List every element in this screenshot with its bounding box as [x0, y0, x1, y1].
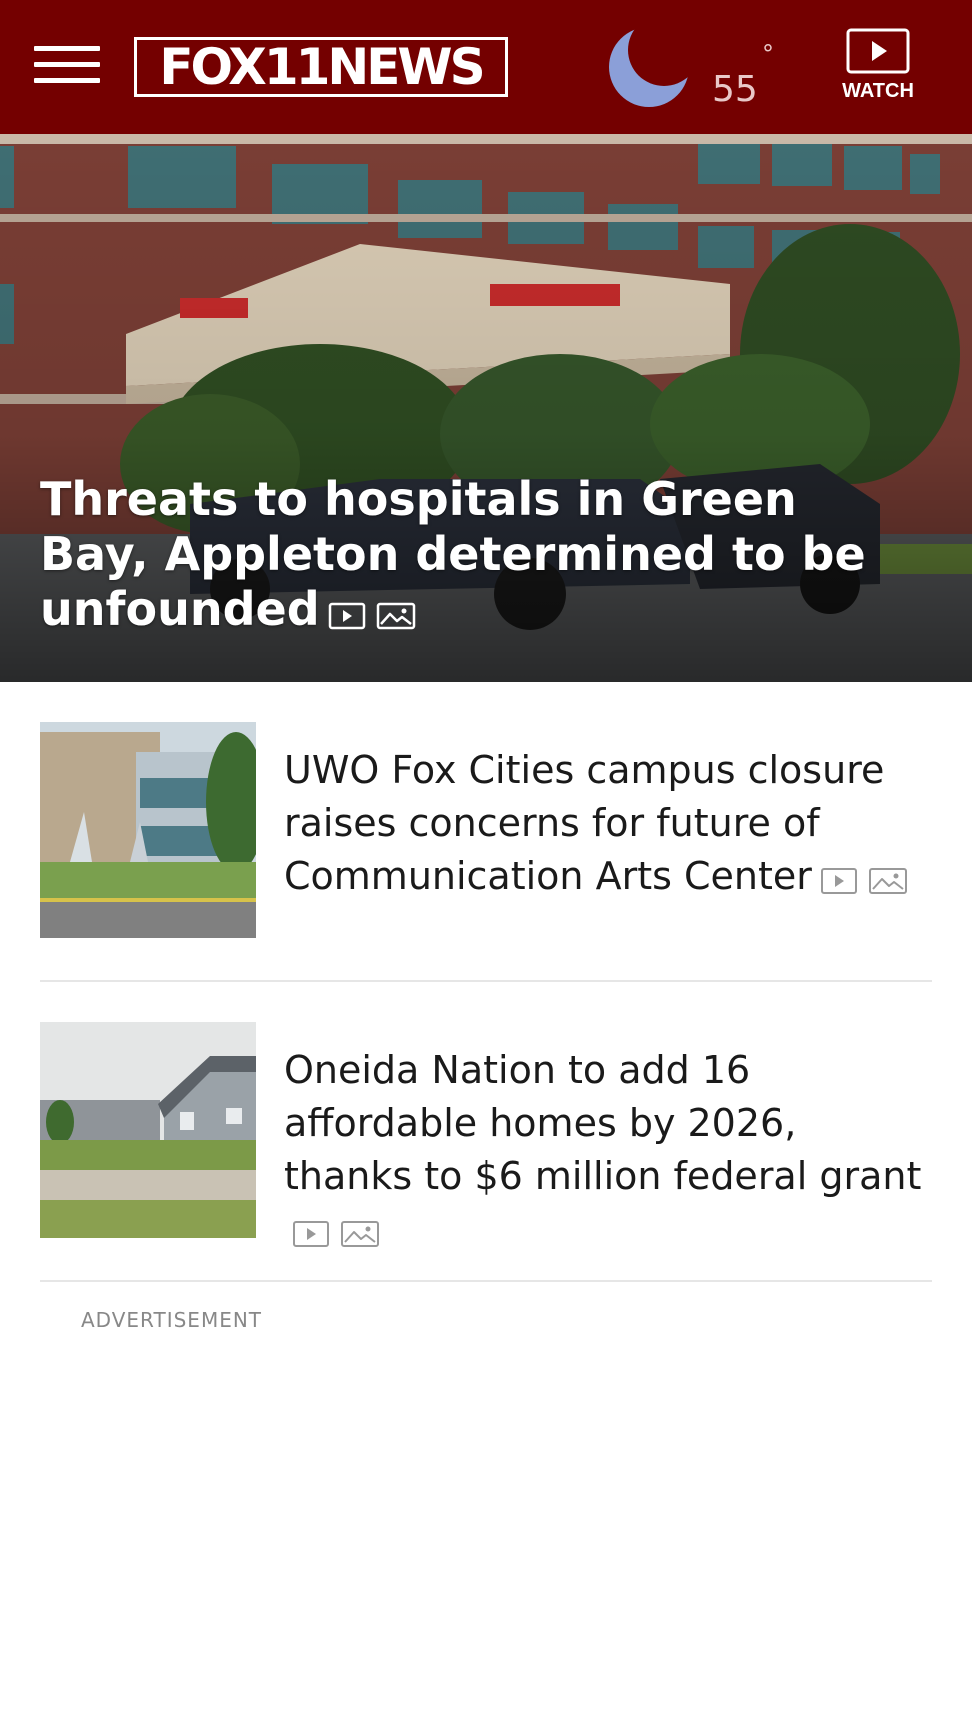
moon-icon	[609, 27, 689, 107]
menu-line	[34, 78, 100, 83]
hamburger-menu-icon[interactable]	[34, 44, 100, 86]
watch-label: WATCH	[842, 80, 914, 102]
hero-media-icons	[328, 585, 426, 640]
story-headline[interactable]: Oneida Nation to add 16 affordable homes…	[284, 1044, 934, 1258]
story-thumbnail[interactable]	[40, 1022, 256, 1238]
gallery-icon	[341, 1220, 379, 1247]
story-title-text: Oneida Nation to add 16 affordable homes…	[284, 1048, 922, 1198]
housing-image	[40, 1022, 256, 1238]
gallery-icon	[868, 867, 907, 894]
story-media-icons	[292, 1205, 390, 1258]
hero-title-text: Threats to hospitals in Green Bay, Apple…	[40, 472, 866, 636]
story-media-icons	[820, 852, 918, 905]
video-icon	[328, 602, 365, 629]
story-thumbnail[interactable]	[40, 722, 256, 938]
video-icon	[820, 867, 857, 894]
story-headline[interactable]: UWO Fox Cities campus closure raises con…	[284, 744, 934, 905]
menu-line	[34, 62, 100, 67]
watch-button[interactable]: WATCH	[836, 28, 920, 112]
story-item[interactable]: Oneida Nation to add 16 affordable homes…	[40, 1022, 932, 1247]
gallery-icon	[376, 602, 415, 629]
site-logo[interactable]: FOX11NEWS	[134, 37, 508, 97]
advertisement-label: ADVERTISEMENT	[81, 1308, 263, 1332]
weather-widget[interactable]: 55 °	[606, 24, 776, 110]
hero-story[interactable]: Threats to hospitals in Green Bay, Apple…	[0, 134, 972, 682]
menu-line	[34, 46, 100, 51]
campus-building-image	[40, 722, 256, 938]
degree-symbol: °	[762, 40, 774, 68]
story-title-text: UWO Fox Cities campus closure raises con…	[284, 748, 885, 898]
video-icon	[293, 1220, 329, 1247]
story-divider	[40, 980, 932, 982]
logo-text: FOX11NEWS	[137, 40, 505, 94]
story-item[interactable]: UWO Fox Cities campus closure raises con…	[40, 722, 932, 938]
play-icon	[846, 28, 910, 74]
story-divider	[40, 1280, 932, 1282]
hero-headline[interactable]: Threats to hospitals in Green Bay, Apple…	[40, 472, 920, 640]
site-header: FOX11NEWS 55 ° WATCH	[0, 0, 972, 134]
temperature: 55	[712, 69, 758, 110]
